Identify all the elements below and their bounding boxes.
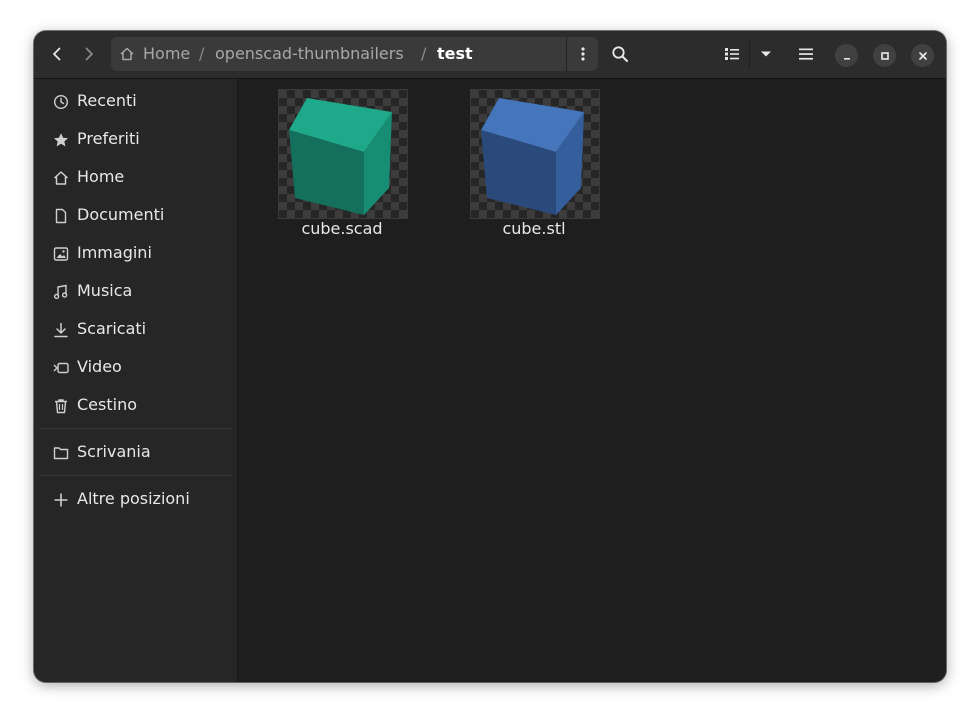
breadcrumb-home[interactable]: Home: [143, 37, 190, 71]
minimize-button[interactable]: [835, 44, 858, 67]
sidebar-item-label: Altre posizioni: [77, 489, 190, 508]
file-thumbnail: [278, 89, 408, 219]
view-divider: [749, 39, 750, 69]
sidebar-item-label: Documenti: [77, 205, 165, 224]
sidebar-item-home[interactable]: Home: [39, 160, 232, 194]
forward-button[interactable]: [74, 39, 104, 69]
sidebar-item-label: Preferiti: [77, 129, 140, 148]
document-icon: [52, 207, 69, 224]
sidebar-item-label: Video: [77, 357, 122, 376]
sidebar-item-label: Immagini: [77, 243, 152, 262]
sidebar-item-preferiti[interactable]: Preferiti: [39, 122, 232, 156]
cube-icon: [481, 98, 584, 215]
sidebar-item-label: Scrivania: [77, 442, 151, 461]
sidebar-item-cestino[interactable]: Cestino: [39, 388, 232, 422]
maximize-button[interactable]: [873, 44, 896, 67]
sidebar-item-documenti[interactable]: Documenti: [39, 198, 232, 232]
music-icon: [52, 283, 69, 300]
sidebar-item-immagini[interactable]: Immagini: [39, 236, 232, 270]
video-icon: [52, 359, 69, 376]
sidebar-item-label: Recenti: [77, 91, 137, 110]
hamburger-menu-icon: [799, 48, 813, 60]
back-button[interactable]: [42, 39, 72, 69]
main-menu-button[interactable]: [791, 39, 821, 69]
minimize-icon: [843, 57, 850, 60]
image-icon: [52, 245, 69, 262]
breadcrumb-separator: /: [421, 44, 427, 63]
star-icon: [52, 131, 69, 148]
file-manager-window: Home / openscad-thumbnailers / test Rece…: [34, 31, 946, 682]
breadcrumb-openscad-thumbnailers[interactable]: openscad-thumbnailers: [215, 37, 404, 71]
file-thumbnail: [470, 89, 600, 219]
file-item-cube-scad[interactable]: cube.scad: [262, 89, 422, 249]
sidebar: Recenti Preferiti Home Documenti Immagin…: [34, 79, 238, 682]
sidebar-item-musica[interactable]: Musica: [39, 274, 232, 308]
sidebar-item-scrivania[interactable]: Scrivania: [39, 435, 232, 469]
close-button[interactable]: [911, 44, 934, 67]
chevron-down-icon: [761, 51, 771, 57]
sidebar-separator: [39, 475, 232, 476]
breadcrumb-test[interactable]: test: [437, 37, 473, 71]
view-options-button[interactable]: [751, 39, 781, 69]
file-name: cube.scad: [301, 219, 383, 238]
home-icon: [119, 46, 135, 66]
breadcrumb-separator: /: [199, 44, 205, 63]
file-view: cube.scad cube.stl: [238, 79, 946, 682]
cube-icon: [289, 98, 392, 215]
maximize-icon: [880, 51, 889, 60]
go-back-icon: [53, 47, 61, 61]
headerbar: Home / openscad-thumbnailers / test: [34, 31, 946, 79]
file-item-cube-stl[interactable]: cube.stl: [454, 89, 614, 249]
sidebar-item-recenti[interactable]: Recenti: [39, 84, 232, 118]
close-icon: [918, 51, 927, 60]
search-icon: [612, 46, 628, 62]
plus-icon: [52, 491, 69, 508]
download-icon: [52, 321, 69, 338]
kebab-menu-icon: [581, 47, 585, 61]
sidebar-separator: [39, 428, 232, 429]
file-name: cube.stl: [502, 219, 566, 238]
sidebar-item-label: Scaricati: [77, 319, 147, 338]
sidebar-item-scaricati[interactable]: Scaricati: [39, 312, 232, 346]
sidebar-item-label: Cestino: [77, 395, 137, 414]
home-icon: [52, 169, 69, 186]
sidebar-item-label: Home: [77, 167, 125, 186]
sidebar-item-label: Musica: [77, 281, 133, 300]
list-view-icon: [725, 48, 739, 60]
view-mode-button[interactable]: [717, 39, 747, 69]
search-button[interactable]: [605, 39, 635, 69]
folder-icon: [52, 444, 69, 461]
go-forward-icon: [85, 47, 93, 61]
clock-icon: [52, 93, 69, 110]
trash-icon: [52, 397, 69, 414]
path-bar: Home / openscad-thumbnailers / test: [111, 37, 598, 71]
sidebar-item-video[interactable]: Video: [39, 350, 232, 384]
sidebar-item-altre-posizioni[interactable]: Altre posizioni: [39, 482, 232, 516]
path-menu-button[interactable]: [566, 37, 599, 71]
